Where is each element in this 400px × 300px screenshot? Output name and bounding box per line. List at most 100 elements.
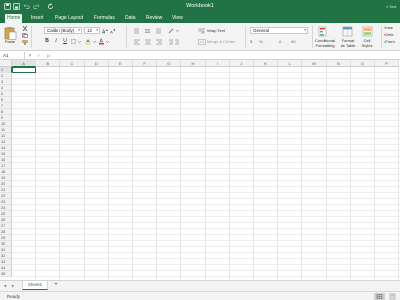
font-name-value: Calibri (Body) xyxy=(47,28,75,33)
ribbon-tab-bar: Home Insert Page Layout Formulas Data Re… xyxy=(0,13,400,23)
grid-row-line xyxy=(12,156,400,157)
tab-data[interactable]: Data xyxy=(123,14,138,23)
row-header-35[interactable]: 35 xyxy=(0,271,12,277)
column-header-n[interactable]: N xyxy=(326,60,351,67)
paste-label: Paste xyxy=(4,39,16,44)
grid-row-line xyxy=(12,162,400,163)
grid-row-line xyxy=(12,270,400,271)
orientation-icon[interactable] xyxy=(168,28,180,34)
grid-row-line xyxy=(12,264,400,265)
grid-row-line xyxy=(12,168,400,169)
page-layout-view-icon[interactable] xyxy=(387,293,398,300)
ribbon-home: Paste Calibri (Body) ▾ 12 ▾ A▲ A▼ B I U A xyxy=(0,23,400,51)
wrap-text-icon[interactable] xyxy=(198,28,206,34)
sheet-tab-sheet1[interactable]: Sheet1 xyxy=(22,281,48,290)
format-as-table-label[interactable]: Format as Table xyxy=(337,38,359,48)
font-size-select[interactable]: 12 ▾ xyxy=(84,27,100,34)
column-header-h[interactable]: H xyxy=(181,60,206,67)
prev-sheet-icon[interactable]: ◂ xyxy=(2,283,8,289)
column-header-o[interactable]: O xyxy=(350,60,375,67)
delete-cells-button[interactable]: ▪Dele xyxy=(384,32,394,38)
tab-insert[interactable]: Insert xyxy=(29,14,46,23)
grid-row-line xyxy=(12,216,400,217)
ribbon-separator xyxy=(245,26,246,48)
spreadsheet-grid[interactable]: A B C D E F G H I J K L M N O P 1 2 3 4 5 6 7 8 9 10 11 12 13 14 15 16 1… xyxy=(0,60,400,280)
merge-center-icon[interactable] xyxy=(198,39,206,45)
next-sheet-icon[interactable]: ▸ xyxy=(10,283,16,289)
underline-button[interactable]: U xyxy=(62,38,68,45)
column-header-m[interactable]: M xyxy=(302,60,327,67)
conditional-formatting-label[interactable]: Conditional Formatting xyxy=(314,38,336,48)
paste-icon[interactable] xyxy=(3,26,17,40)
add-sheet-button[interactable]: + xyxy=(52,282,60,289)
conditional-formatting-line2: Formatting xyxy=(315,42,335,48)
ribbon-separator xyxy=(31,26,32,48)
cell-styles-label[interactable]: Cell Styles xyxy=(358,38,376,48)
font-color-icon[interactable]: A xyxy=(99,38,111,45)
column-header-l[interactable]: L xyxy=(278,60,303,67)
tab-home[interactable]: Home xyxy=(5,14,23,23)
grid-row-line xyxy=(12,186,400,187)
copy-icon[interactable] xyxy=(22,33,28,38)
format-as-table-icon[interactable] xyxy=(342,26,353,37)
conditional-formatting-icon[interactable] xyxy=(318,26,330,37)
cut-icon[interactable] xyxy=(22,25,28,32)
tab-page-layout[interactable]: Page Layout xyxy=(53,14,85,23)
column-header-d[interactable]: D xyxy=(84,60,109,67)
grid-row-line xyxy=(12,192,400,193)
column-header-i[interactable]: I xyxy=(205,60,230,67)
format-cells-button[interactable]: ▪Form xyxy=(384,39,395,45)
column-header-p[interactable]: P xyxy=(375,60,400,67)
grid-row-line xyxy=(12,126,400,127)
column-header-j[interactable]: J xyxy=(229,60,254,67)
column-header-b[interactable]: B xyxy=(36,60,61,67)
indent-icons[interactable] xyxy=(168,39,180,45)
increase-font-icon[interactable]: A▲ xyxy=(102,27,108,36)
number-format-value: General xyxy=(253,28,270,33)
status-text: Ready xyxy=(7,294,21,299)
grid-row-line xyxy=(12,258,400,259)
formula-input[interactable] xyxy=(58,52,398,59)
wrap-text-button[interactable]: Wrap Text xyxy=(207,28,225,34)
grid-row-line xyxy=(12,108,400,109)
bold-button[interactable]: B xyxy=(44,38,50,45)
document-title: Workbook1 xyxy=(186,3,214,9)
normal-view-icon[interactable] xyxy=(374,293,385,300)
column-header-f[interactable]: F xyxy=(133,60,158,67)
borders-icon[interactable] xyxy=(71,39,83,44)
column-header-g[interactable]: G xyxy=(157,60,182,67)
svg-text:.0: .0 xyxy=(278,39,282,44)
tab-view[interactable]: View xyxy=(170,14,185,23)
horizontal-align-icons[interactable] xyxy=(133,39,165,45)
vertical-align-icons[interactable] xyxy=(133,28,165,34)
decrease-font-icon[interactable]: A▼ xyxy=(110,27,116,34)
merge-center-button[interactable]: Merge & Center xyxy=(207,39,235,45)
tab-review[interactable]: Review xyxy=(144,14,164,23)
column-header-k[interactable]: K xyxy=(254,60,279,67)
chevron-down-icon: ▾ xyxy=(304,28,306,32)
active-cell[interactable] xyxy=(12,67,37,73)
fill-color-icon[interactable] xyxy=(85,38,97,45)
font-name-select[interactable]: Calibri (Body) ▾ xyxy=(44,27,82,34)
column-header-e[interactable]: E xyxy=(108,60,133,67)
name-box[interactable]: A1 xyxy=(1,52,23,59)
sheet-tab-bar: ◂ ▸ Sheet1 + xyxy=(0,280,400,291)
cell-styles-icon[interactable] xyxy=(362,26,373,37)
grid-row-line xyxy=(12,102,400,103)
tab-formulas[interactable]: Formulas xyxy=(92,14,117,23)
cancel-icon[interactable]: ✕ xyxy=(28,52,32,59)
select-all-corner[interactable] xyxy=(0,60,12,67)
grid-row-line xyxy=(12,204,400,205)
number-format-select[interactable]: General ▾ xyxy=(250,27,308,34)
insert-cells-button[interactable]: ▪Inse xyxy=(384,25,393,31)
insert-function-button[interactable]: fx xyxy=(47,52,50,59)
enter-icon[interactable]: ✓ xyxy=(37,52,41,59)
column-header-c[interactable]: C xyxy=(60,60,85,67)
italic-button[interactable]: I xyxy=(53,38,59,45)
format-painter-icon[interactable] xyxy=(22,40,28,45)
grid-row-line xyxy=(12,252,400,253)
number-format-buttons[interactable]: $%, .0 .00 xyxy=(250,38,308,45)
search-box[interactable]: ⌕ Sea xyxy=(386,3,400,10)
column-header-a[interactable]: A xyxy=(12,60,37,67)
insert-cells-label: Inse xyxy=(385,25,393,30)
